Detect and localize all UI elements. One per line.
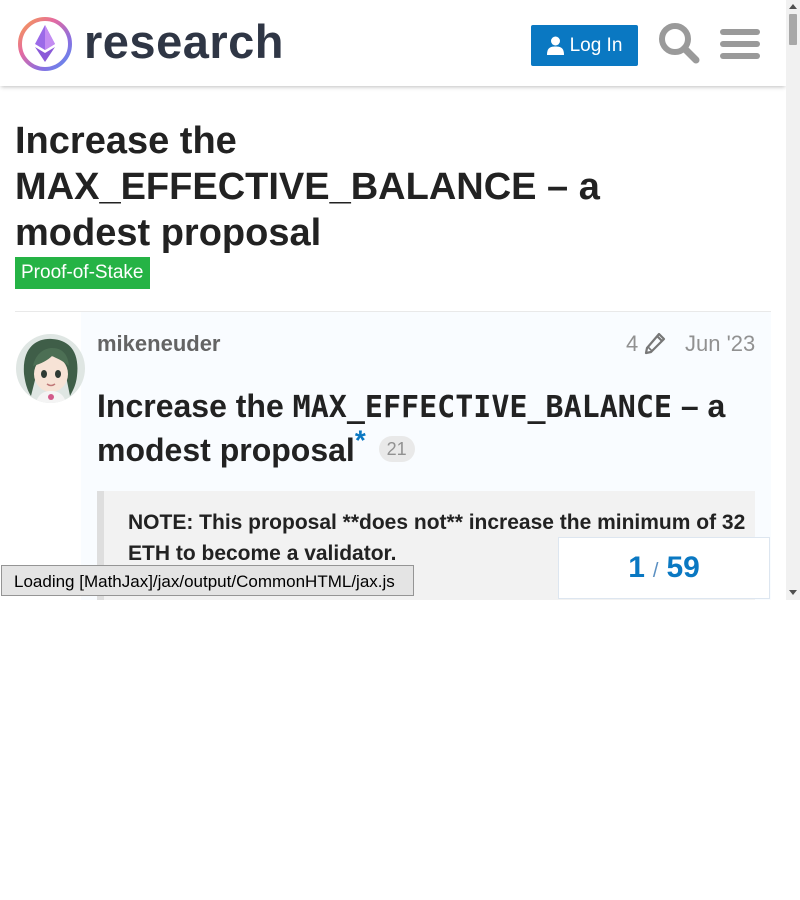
post-heading-prefix: Increase the [97, 388, 284, 424]
page-viewport: research Log In Increase the MAX_EFFECTI… [0, 0, 786, 600]
mathjax-loading-message: Loading [MathJax]/jax/output/CommonHTML/… [1, 565, 414, 596]
post-heading-code: MAX_EFFECTIVE_BALANCE [292, 390, 672, 425]
login-label: Log In [569, 34, 623, 56]
scroll-thumb[interactable] [789, 14, 797, 45]
topic-progress-widget[interactable]: 1 / 59 [558, 537, 770, 599]
site-header: research Log In [0, 0, 786, 86]
user-icon [546, 36, 564, 55]
scroll-down-arrow-icon[interactable] [789, 590, 797, 595]
hamburger-menu-icon[interactable] [720, 26, 760, 62]
search-icon[interactable] [657, 21, 701, 65]
progress-separator: / [652, 559, 659, 582]
heading-anchor-link[interactable]: * [355, 424, 366, 455]
edit-count: 4 [626, 331, 639, 356]
progress-current: 1 [628, 551, 645, 584]
post-heading: Increase the MAX_EFFECTIVE_BALANCE – a m… [97, 385, 757, 472]
click-count-badge: 21 [378, 436, 415, 462]
site-name[interactable]: research [84, 12, 284, 72]
login-button[interactable]: Log In [531, 25, 638, 66]
avatar[interactable] [16, 334, 85, 403]
logo-icon[interactable] [16, 15, 74, 73]
scroll-up-arrow-icon[interactable] [789, 4, 797, 9]
pencil-icon [645, 332, 666, 355]
post-username[interactable]: mikeneuder [97, 330, 221, 358]
post-date[interactable]: Jun '23 [685, 330, 755, 358]
category-badge[interactable]: Proof-of-Stake [15, 257, 150, 289]
edit-history-button[interactable]: 4 [626, 330, 666, 358]
progress-total: 59 [666, 551, 700, 584]
topic-title[interactable]: Increase the MAX_EFFECTIVE_BALANCE – a m… [15, 118, 655, 256]
vertical-scrollbar[interactable] [786, 0, 800, 600]
